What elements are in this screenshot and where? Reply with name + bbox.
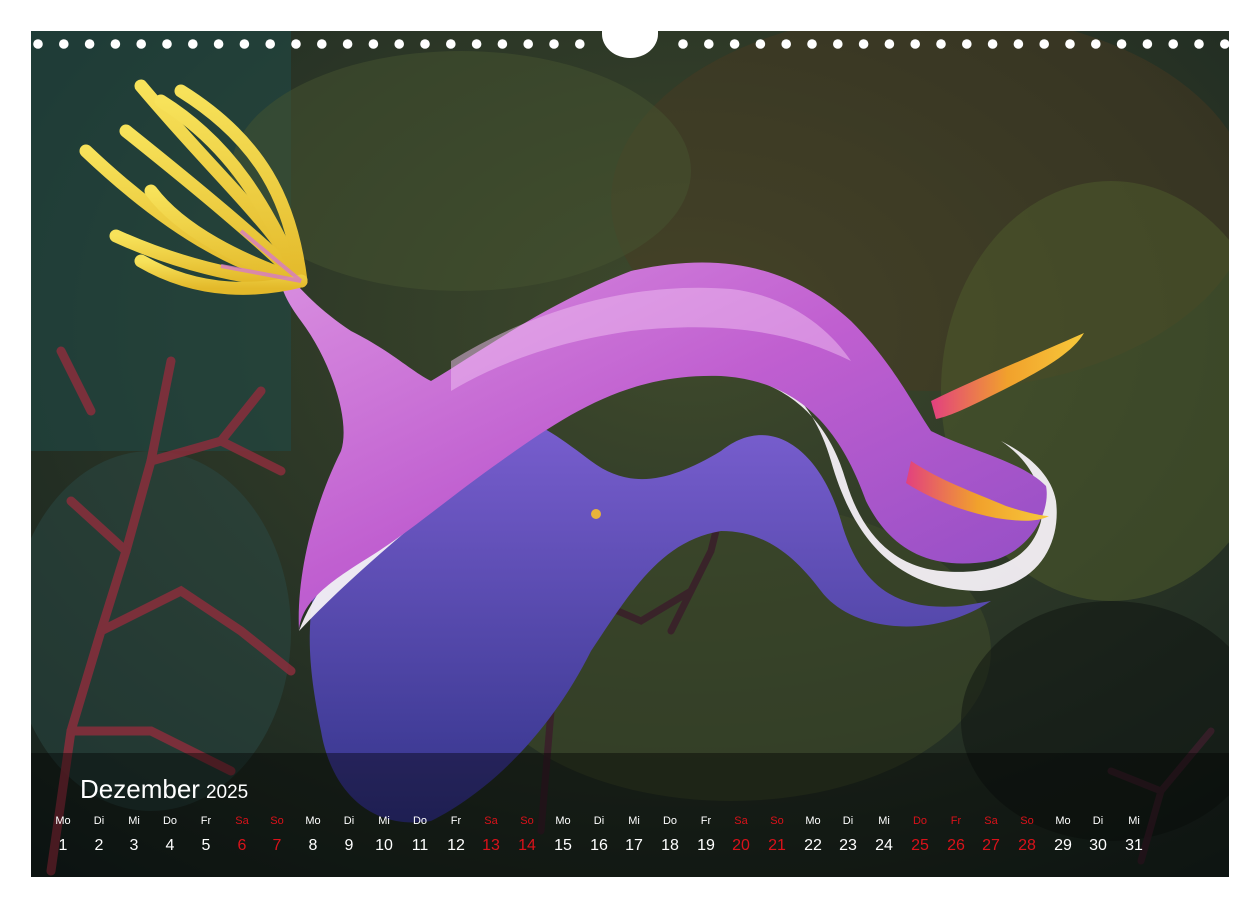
day-number: 30 bbox=[1089, 837, 1107, 854]
day-cell: So 7 bbox=[260, 814, 294, 856]
weekday-label: Do bbox=[162, 815, 178, 827]
day-cell: Do 4 bbox=[153, 814, 187, 856]
day-number: 19 bbox=[697, 837, 715, 854]
day-number: 14 bbox=[518, 837, 536, 854]
day-cell: Di 16 bbox=[582, 814, 616, 856]
month-name: Dezember bbox=[80, 774, 200, 804]
day-number: 4 bbox=[165, 837, 175, 854]
day-cell: Fr 26 bbox=[939, 814, 973, 856]
day-number: 2 bbox=[94, 837, 104, 854]
day-cell: Mo 15 bbox=[546, 814, 580, 856]
weekday-label: So bbox=[1020, 815, 1034, 827]
weekday-label: Fr bbox=[200, 815, 212, 827]
day-number: 26 bbox=[947, 837, 965, 854]
day-number: 23 bbox=[839, 837, 857, 854]
day-cell: So 21 bbox=[760, 814, 794, 856]
weekday-label: Mi bbox=[378, 815, 390, 827]
weekday-label: Sa bbox=[734, 815, 748, 827]
day-cell: Sa 27 bbox=[974, 814, 1008, 856]
weekday-label: Di bbox=[343, 815, 355, 827]
weekday-label: Fr bbox=[450, 815, 462, 827]
day-cell: Di 2 bbox=[82, 814, 116, 856]
weekday-label: Do bbox=[412, 815, 428, 827]
weekday-label: Mo bbox=[555, 815, 571, 827]
day-cell: Do 11 bbox=[403, 814, 437, 856]
weekday-label: Do bbox=[912, 815, 928, 827]
day-cell: Mi 3 bbox=[117, 814, 151, 856]
day-number: 24 bbox=[875, 837, 893, 854]
calendar-page: Dezember 2025 Mo 1 Di 2 Mi 3 Do 4 Fr 5 Sa 6 So 7 Mo 8 Di 9… bbox=[31, 31, 1229, 877]
day-number: 9 bbox=[344, 837, 354, 854]
day-cell: Sa 6 bbox=[225, 814, 259, 856]
day-number: 3 bbox=[129, 837, 139, 854]
weekday-label: Mi bbox=[628, 815, 640, 827]
weekday-label: Mi bbox=[1128, 815, 1140, 827]
day-number: 8 bbox=[308, 837, 318, 854]
day-cell: Mi 17 bbox=[617, 814, 651, 856]
weekday-label: Mi bbox=[128, 815, 140, 827]
weekday-label: Sa bbox=[484, 815, 498, 827]
day-cell: Di 23 bbox=[831, 814, 865, 856]
weekday-label: So bbox=[520, 815, 534, 827]
day-cell: Sa 20 bbox=[724, 814, 758, 856]
day-number: 18 bbox=[661, 837, 679, 854]
weekday-label: Mo bbox=[55, 815, 71, 827]
day-number: 17 bbox=[625, 837, 643, 854]
weekday-label: Di bbox=[1092, 815, 1104, 827]
day-number: 28 bbox=[1018, 837, 1036, 854]
day-cell: Mi 31 bbox=[1117, 814, 1151, 856]
day-number: 31 bbox=[1125, 837, 1143, 854]
weekday-label: Mo bbox=[805, 815, 821, 827]
month-year: 2025 bbox=[205, 782, 249, 803]
nudibranch-photo bbox=[31, 31, 1229, 877]
day-cell: Mi 24 bbox=[867, 814, 901, 856]
day-cell: Fr 12 bbox=[439, 814, 473, 856]
day-cell: Sa 13 bbox=[474, 814, 508, 856]
day-cell: So 14 bbox=[510, 814, 544, 856]
day-number: 7 bbox=[272, 837, 282, 854]
day-number: 21 bbox=[768, 837, 786, 854]
day-cell: Di 30 bbox=[1081, 814, 1115, 856]
day-cell: Mo 1 bbox=[46, 814, 80, 856]
month-title: Dezember 2025 bbox=[80, 774, 248, 805]
day-number: 16 bbox=[590, 837, 608, 854]
weekday-label: Fr bbox=[700, 815, 712, 827]
day-cell: Mo 29 bbox=[1046, 814, 1080, 856]
weekday-label: Mo bbox=[305, 815, 321, 827]
day-number: 6 bbox=[237, 837, 247, 854]
day-number: 5 bbox=[201, 837, 211, 854]
weekday-label: Sa bbox=[984, 815, 998, 827]
weekday-label: Mi bbox=[878, 815, 890, 827]
day-cell: Do 18 bbox=[653, 814, 687, 856]
day-cell: Mo 22 bbox=[796, 814, 830, 856]
day-strip: Mo 1 Di 2 Mi 3 Do 4 Fr 5 Sa 6 So 7 Mo 8 Di 9 Mi 10 Do 11 Fr 12 S… bbox=[31, 814, 1229, 874]
day-cell: Mi 10 bbox=[367, 814, 401, 856]
day-cell: Do 25 bbox=[903, 814, 937, 856]
day-number: 12 bbox=[447, 837, 465, 854]
day-number: 27 bbox=[982, 837, 1000, 854]
weekday-label: Fr bbox=[950, 815, 962, 827]
weekday-label: Mo bbox=[1055, 815, 1071, 827]
day-number: 25 bbox=[911, 837, 929, 854]
day-number: 15 bbox=[554, 837, 572, 854]
weekday-label: So bbox=[770, 815, 784, 827]
weekday-label: Sa bbox=[235, 815, 249, 827]
weekday-label: Di bbox=[93, 815, 105, 827]
day-cell: Di 9 bbox=[332, 814, 366, 856]
day-cell: Fr 19 bbox=[689, 814, 723, 856]
day-number: 13 bbox=[482, 837, 500, 854]
day-number: 1 bbox=[58, 837, 68, 854]
day-number: 22 bbox=[804, 837, 822, 854]
day-number: 10 bbox=[375, 837, 393, 854]
day-cell: So 28 bbox=[1010, 814, 1044, 856]
day-number: 11 bbox=[411, 837, 429, 854]
weekday-label: So bbox=[270, 815, 284, 827]
day-cell: Mo 8 bbox=[296, 814, 330, 856]
day-number: 29 bbox=[1054, 837, 1072, 854]
weekday-label: Di bbox=[842, 815, 854, 827]
day-cell: Fr 5 bbox=[189, 814, 223, 856]
weekday-label: Do bbox=[662, 815, 678, 827]
day-number: 20 bbox=[732, 837, 750, 854]
weekday-label: Di bbox=[593, 815, 605, 827]
